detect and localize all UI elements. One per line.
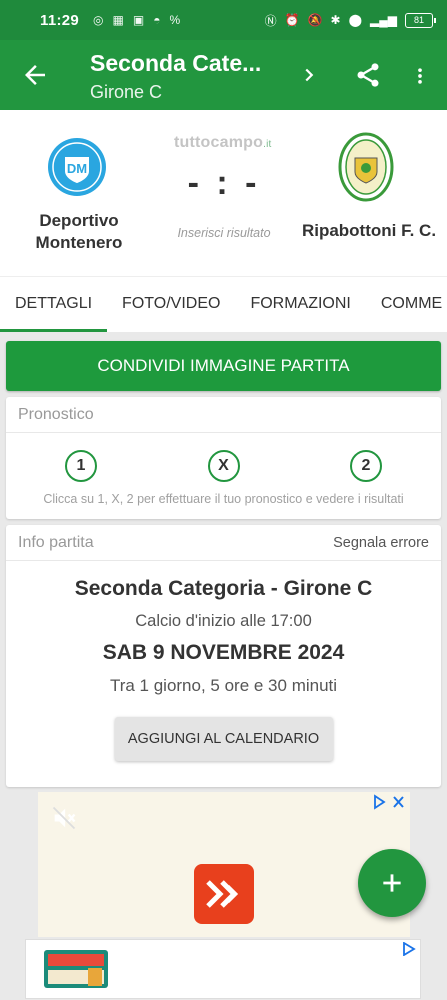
tab-formazioni[interactable]: FORMAZIONI — [235, 277, 365, 332]
notification-icons: ◎ ▦ ▣ ◓ % — [93, 13, 180, 27]
tab-foto-video[interactable]: FOTO/VIDEO — [107, 277, 235, 332]
mute-notif-icon: 🔕 — [307, 13, 323, 27]
status-bar: 11:29 ◎ ▦ ▣ ◓ % Ⓝ ⏰ 🔕 ✱ ⬤ ▂▄▆ 81 — [0, 0, 447, 40]
home-team-logo[interactable]: DM — [47, 137, 107, 197]
app-bar: Seconda Cate... Girone C — [0, 40, 447, 110]
away-team-name[interactable]: Ripabottoni F. C. — [296, 220, 442, 242]
page-subtitle: Girone C — [90, 82, 163, 102]
add-to-calendar-button[interactable]: AGGIUNGI AL CALENDARIO — [114, 717, 333, 761]
prediction-option-1[interactable]: 1 — [65, 450, 97, 482]
ad-choices-icon[interactable] — [372, 794, 406, 810]
signal-icon: ▂▄▆ — [370, 13, 397, 27]
report-error-link[interactable]: Segnala errore — [333, 535, 429, 551]
cap-icon: ◓ — [153, 13, 161, 27]
svg-text:DM: DM — [67, 161, 87, 176]
competition-name: Seconda Categoria - Girone C — [74, 577, 373, 600]
bottom-ad-banner[interactable] — [25, 939, 421, 999]
prediction-card: Pronostico 1 X 2 Clicca su 1, X, 2 per e… — [6, 397, 441, 519]
tab-commenti[interactable]: COMME — [366, 277, 447, 332]
bluetooth-icon: ✱ — [330, 13, 341, 27]
info-header: Info partita Segnala errore — [6, 525, 441, 561]
tab-bar: DETTAGLI FOTO/VIDEO FORMAZIONI COMME — [0, 276, 447, 332]
arrow-back-icon[interactable] — [20, 60, 50, 90]
battery-level: 81 — [413, 15, 424, 25]
location-icon: ⬤ — [348, 13, 363, 27]
kickoff-time: Calcio d'inizio alle 17:00 — [135, 612, 312, 630]
prediction-note: Clicca su 1, X, 2 per effettuare il tuo … — [43, 492, 404, 506]
prediction-option-x[interactable]: X — [207, 450, 240, 482]
radar-icon: ◎ — [93, 13, 104, 27]
prediction-options: 1 X 2 — [6, 433, 441, 482]
brand-suffix: .it — [263, 139, 272, 150]
ad-banner[interactable] — [38, 792, 410, 937]
status-time: 11:29 — [40, 11, 80, 29]
info-body: Seconda Categoria - Girone C Calcio d'in… — [6, 561, 441, 761]
share-icon[interactable] — [354, 60, 382, 90]
chevron-right-icon[interactable] — [298, 62, 320, 88]
share-image-button[interactable]: CONDIVIDI IMMAGINE PARTITA — [6, 341, 441, 391]
prediction-header: Pronostico — [6, 397, 441, 433]
score[interactable]: - : - — [186, 164, 262, 203]
nfc-icon: Ⓝ — [264, 13, 277, 28]
plus-icon — [383, 874, 401, 892]
prediction-option-2[interactable]: 2 — [350, 450, 382, 482]
home-team-name[interactable]: Deportivo Montenero — [20, 210, 138, 254]
product-image — [44, 950, 108, 988]
page-title: Seconda Cate... — [90, 50, 262, 76]
info-title: Info partita — [18, 533, 94, 551]
match-info-card: Info partita Segnala errore Seconda Cate… — [6, 525, 441, 787]
prediction-title: Pronostico — [18, 405, 94, 423]
away-team-logo[interactable] — [338, 132, 394, 202]
calendar-notif-icon: ▦ — [112, 13, 124, 27]
ad-choices-icon[interactable] — [402, 942, 416, 956]
brand-logo: tuttocampo.it — [174, 134, 272, 152]
volume-off-icon[interactable] — [50, 804, 78, 832]
app-notif-icon: ▣ — [132, 13, 145, 27]
system-icons: Ⓝ ⏰ 🔕 ✱ ⬤ ▂▄▆ 81 — [264, 12, 436, 29]
battery-icon: 81 — [405, 12, 436, 28]
alarm-icon: ⏰ — [284, 13, 300, 27]
more-vert-icon[interactable] — [410, 62, 430, 90]
match-date: SAB 9 NOVEMBRE 2024 — [102, 641, 345, 664]
countdown: Tra 1 giorno, 5 ore e 30 minuti — [109, 676, 338, 695]
add-fab-button[interactable] — [358, 849, 426, 917]
percent-icon: % — [169, 13, 181, 27]
tab-dettagli[interactable]: DETTAGLI — [0, 277, 108, 332]
score-hint[interactable]: Inserisci risultato — [168, 226, 280, 240]
brand-name: tuttocampo — [174, 134, 264, 151]
ad-logo-icon[interactable] — [194, 864, 254, 924]
